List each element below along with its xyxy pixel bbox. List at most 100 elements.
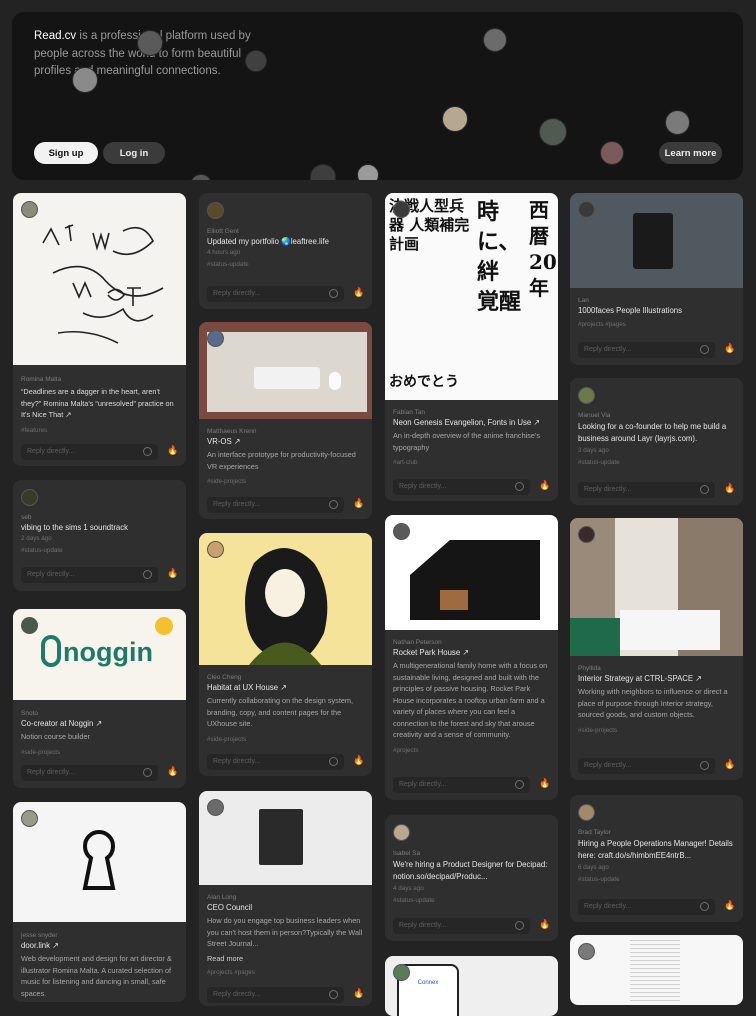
post-title[interactable]: 1000faces People Illustrations: [578, 306, 735, 315]
post-title[interactable]: Habitat at UX House ↗: [207, 683, 364, 692]
learn-more-button[interactable]: Learn more: [659, 142, 722, 164]
avatar[interactable]: [207, 541, 224, 558]
post-tag[interactable]: #status-update: [207, 261, 364, 268]
avatar[interactable]: [207, 799, 224, 816]
post-tag[interactable]: #status-update: [578, 459, 735, 466]
post-title[interactable]: Looking for a co-founder to help me buil…: [578, 421, 735, 444]
reply-input[interactable]: Reply directly...: [21, 444, 158, 460]
reply-input[interactable]: Reply directly...: [393, 777, 530, 793]
avatar[interactable]: [72, 67, 98, 93]
post-tag[interactable]: #projects #pages: [207, 969, 364, 976]
fire-reaction-icon[interactable]: 🔥: [353, 498, 364, 509]
post-card[interactable]: Manuel Via Looking for a co-founder to h…: [570, 378, 743, 505]
post-card[interactable]: Isabel Sa We're hiring a Product Designe…: [385, 815, 558, 941]
fire-reaction-icon[interactable]: 🔥: [167, 445, 178, 456]
post-tag[interactable]: #side-projects: [21, 749, 178, 756]
author-name[interactable]: Phyllida: [578, 665, 735, 672]
post-tag[interactable]: #projects #pages: [578, 321, 735, 328]
post-title[interactable]: vibing to the sims 1 soundtrack: [21, 523, 178, 532]
post-card[interactable]: [570, 935, 743, 1005]
author-name[interactable]: Fabian Tan: [393, 409, 550, 416]
post-title[interactable]: door.link ↗: [21, 941, 178, 950]
post-title[interactable]: Updated my portfolio 🌏leaftree.life: [207, 237, 364, 246]
avatar[interactable]: [245, 50, 267, 72]
fire-reaction-icon[interactable]: 🔥: [353, 988, 364, 999]
post-tag[interactable]: #status-update: [21, 547, 178, 554]
post-card[interactable]: Alan Long CEO Council How do you engage …: [199, 791, 372, 1006]
emoji-icon[interactable]: [700, 485, 709, 494]
avatar[interactable]: [600, 141, 624, 165]
post-tag[interactable]: #projects: [393, 747, 550, 754]
author-name[interactable]: Brad Taylor: [578, 829, 735, 836]
post-tag[interactable]: #features: [21, 427, 178, 434]
post-tag[interactable]: #side-projects: [207, 736, 364, 743]
post-title[interactable]: VR-OS ↗: [207, 437, 364, 446]
post-tag[interactable]: #art-club: [393, 459, 550, 466]
emoji-icon[interactable]: [329, 289, 338, 298]
reply-input[interactable]: Reply directly...: [21, 567, 158, 583]
post-title[interactable]: Hiring a People Operations Manager! Deta…: [578, 838, 735, 861]
reply-input[interactable]: Reply directly...: [578, 342, 715, 358]
post-tag[interactable]: #status-update: [578, 876, 735, 883]
author-name[interactable]: Cleo Cheng: [207, 674, 364, 681]
avatar[interactable]: [21, 489, 38, 506]
avatar[interactable]: [539, 118, 567, 146]
emoji-icon[interactable]: [700, 345, 709, 354]
avatar[interactable]: [393, 523, 410, 540]
reply-input[interactable]: Reply directly...: [207, 754, 344, 770]
post-tag[interactable]: #status-update: [393, 897, 550, 904]
post-card[interactable]: seb vibing to the sims 1 soundtrack 2 da…: [13, 480, 186, 591]
fire-reaction-icon[interactable]: 🔥: [353, 287, 364, 298]
author-name[interactable]: jesse snyder: [21, 932, 178, 939]
avatar[interactable]: [393, 824, 410, 841]
post-card[interactable]: Romina Malta “Deadlines are a dagger in …: [13, 193, 186, 466]
fire-reaction-icon[interactable]: 🔥: [724, 343, 735, 354]
avatar[interactable]: [578, 804, 595, 821]
avatar[interactable]: [393, 201, 410, 218]
author-name[interactable]: Nathan Peterson: [393, 639, 550, 646]
author-name[interactable]: Snoto: [21, 710, 178, 717]
post-card[interactable]: Lan 1000faces People Illustrations #proj…: [570, 193, 743, 365]
post-card[interactable]: Nathan Peterson Rocket Park House ↗ A mu…: [385, 515, 558, 800]
avatar[interactable]: [357, 164, 379, 180]
avatar[interactable]: [578, 526, 595, 543]
reply-input[interactable]: Reply directly...: [578, 758, 715, 774]
reply-input[interactable]: Reply directly...: [21, 765, 158, 781]
avatar[interactable]: [207, 202, 224, 219]
post-card[interactable]: Cleo Cheng Habitat at UX House ↗ Current…: [199, 533, 372, 776]
post-title[interactable]: Co-creator at Noggin ↗: [21, 719, 178, 728]
post-card[interactable]: Matthaeus Krenn VR-OS ↗ An interface pro…: [199, 322, 372, 519]
author-name[interactable]: Lan: [578, 297, 735, 304]
author-name[interactable]: Elliott Gent: [207, 228, 364, 235]
post-card[interactable]: Connex: [385, 956, 558, 1016]
reply-input[interactable]: Reply directly...: [393, 479, 530, 495]
avatar[interactable]: [578, 201, 595, 218]
emoji-icon[interactable]: [515, 921, 524, 930]
avatar[interactable]: [483, 28, 507, 52]
emoji-icon[interactable]: [700, 761, 709, 770]
emoji-icon[interactable]: [515, 482, 524, 491]
avatar[interactable]: [21, 810, 38, 827]
post-tag[interactable]: #side-projects: [207, 478, 364, 485]
avatar[interactable]: [665, 110, 690, 135]
post-card[interactable]: jesse snyder door.link ↗ Web development…: [13, 802, 186, 1002]
reply-input[interactable]: Reply directly...: [207, 987, 344, 1003]
post-title[interactable]: We're hiring a Product Designer for Deci…: [393, 859, 550, 882]
post-card[interactable]: Phyllida Interior Strategy at CTRL-SPACE…: [570, 518, 743, 780]
avatar[interactable]: [21, 201, 38, 218]
author-name[interactable]: seb: [21, 514, 178, 521]
avatar[interactable]: [310, 164, 336, 180]
post-card[interactable]: Brad Taylor Hiring a People Operations M…: [570, 795, 743, 922]
avatar[interactable]: [21, 617, 38, 634]
post-title[interactable]: “Deadlines are a dagger in the heart, ar…: [21, 386, 178, 421]
avatar[interactable]: [578, 943, 595, 960]
post-card[interactable]: 決戦人型兵器 人類補完計画 時に、 絆 覚醒 西暦2015年 おめでとう Fab…: [385, 193, 558, 501]
fire-reaction-icon[interactable]: 🔥: [724, 900, 735, 911]
post-title[interactable]: Rocket Park House ↗: [393, 648, 550, 657]
emoji-icon[interactable]: [143, 570, 152, 579]
reply-input[interactable]: Reply directly...: [578, 899, 715, 915]
emoji-icon[interactable]: [329, 757, 338, 766]
author-name[interactable]: Alan Long: [207, 894, 364, 901]
fire-reaction-icon[interactable]: 🔥: [724, 759, 735, 770]
signup-button[interactable]: Sign up: [34, 142, 98, 164]
